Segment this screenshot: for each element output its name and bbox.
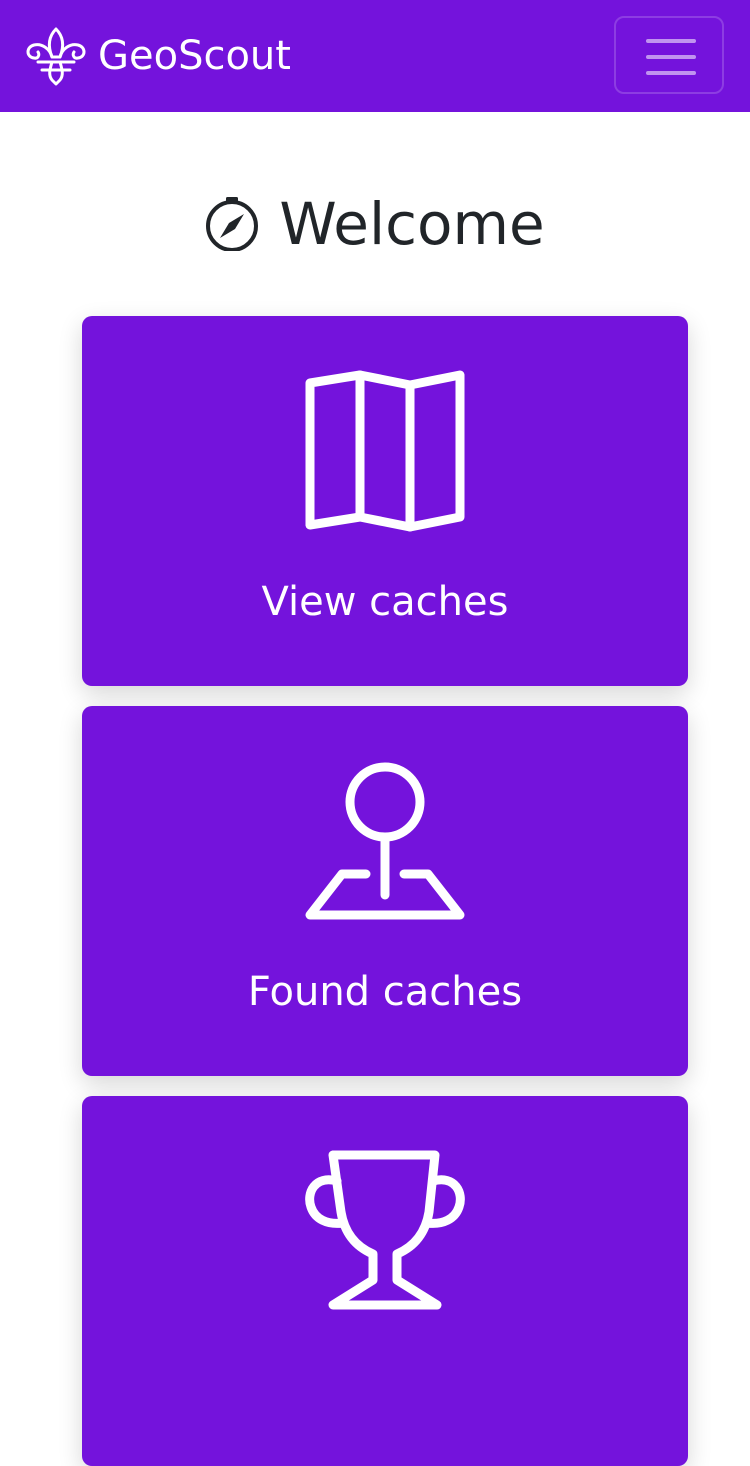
trophy-icon — [305, 1150, 465, 1310]
map-pin-icon — [305, 762, 465, 920]
page-heading: Welcome — [0, 182, 750, 266]
found-caches-tile[interactable]: Found caches — [82, 706, 688, 1076]
tile-label: View caches — [261, 579, 509, 625]
page-title: Welcome — [279, 190, 545, 258]
compass-icon — [206, 197, 259, 251]
brand-name: GeoScout — [98, 33, 291, 79]
top-navbar: GeoScout — [0, 0, 750, 112]
trophy-tile[interactable] — [82, 1096, 688, 1466]
fleur-de-lis-icon — [26, 27, 86, 86]
hamburger-menu-icon — [646, 39, 696, 75]
brand-link[interactable]: GeoScout — [22, 24, 291, 88]
map-icon — [305, 370, 465, 532]
view-caches-tile[interactable]: View caches — [82, 316, 688, 686]
menu-toggle-button[interactable] — [614, 16, 724, 94]
tile-label: Found caches — [247, 969, 523, 1015]
